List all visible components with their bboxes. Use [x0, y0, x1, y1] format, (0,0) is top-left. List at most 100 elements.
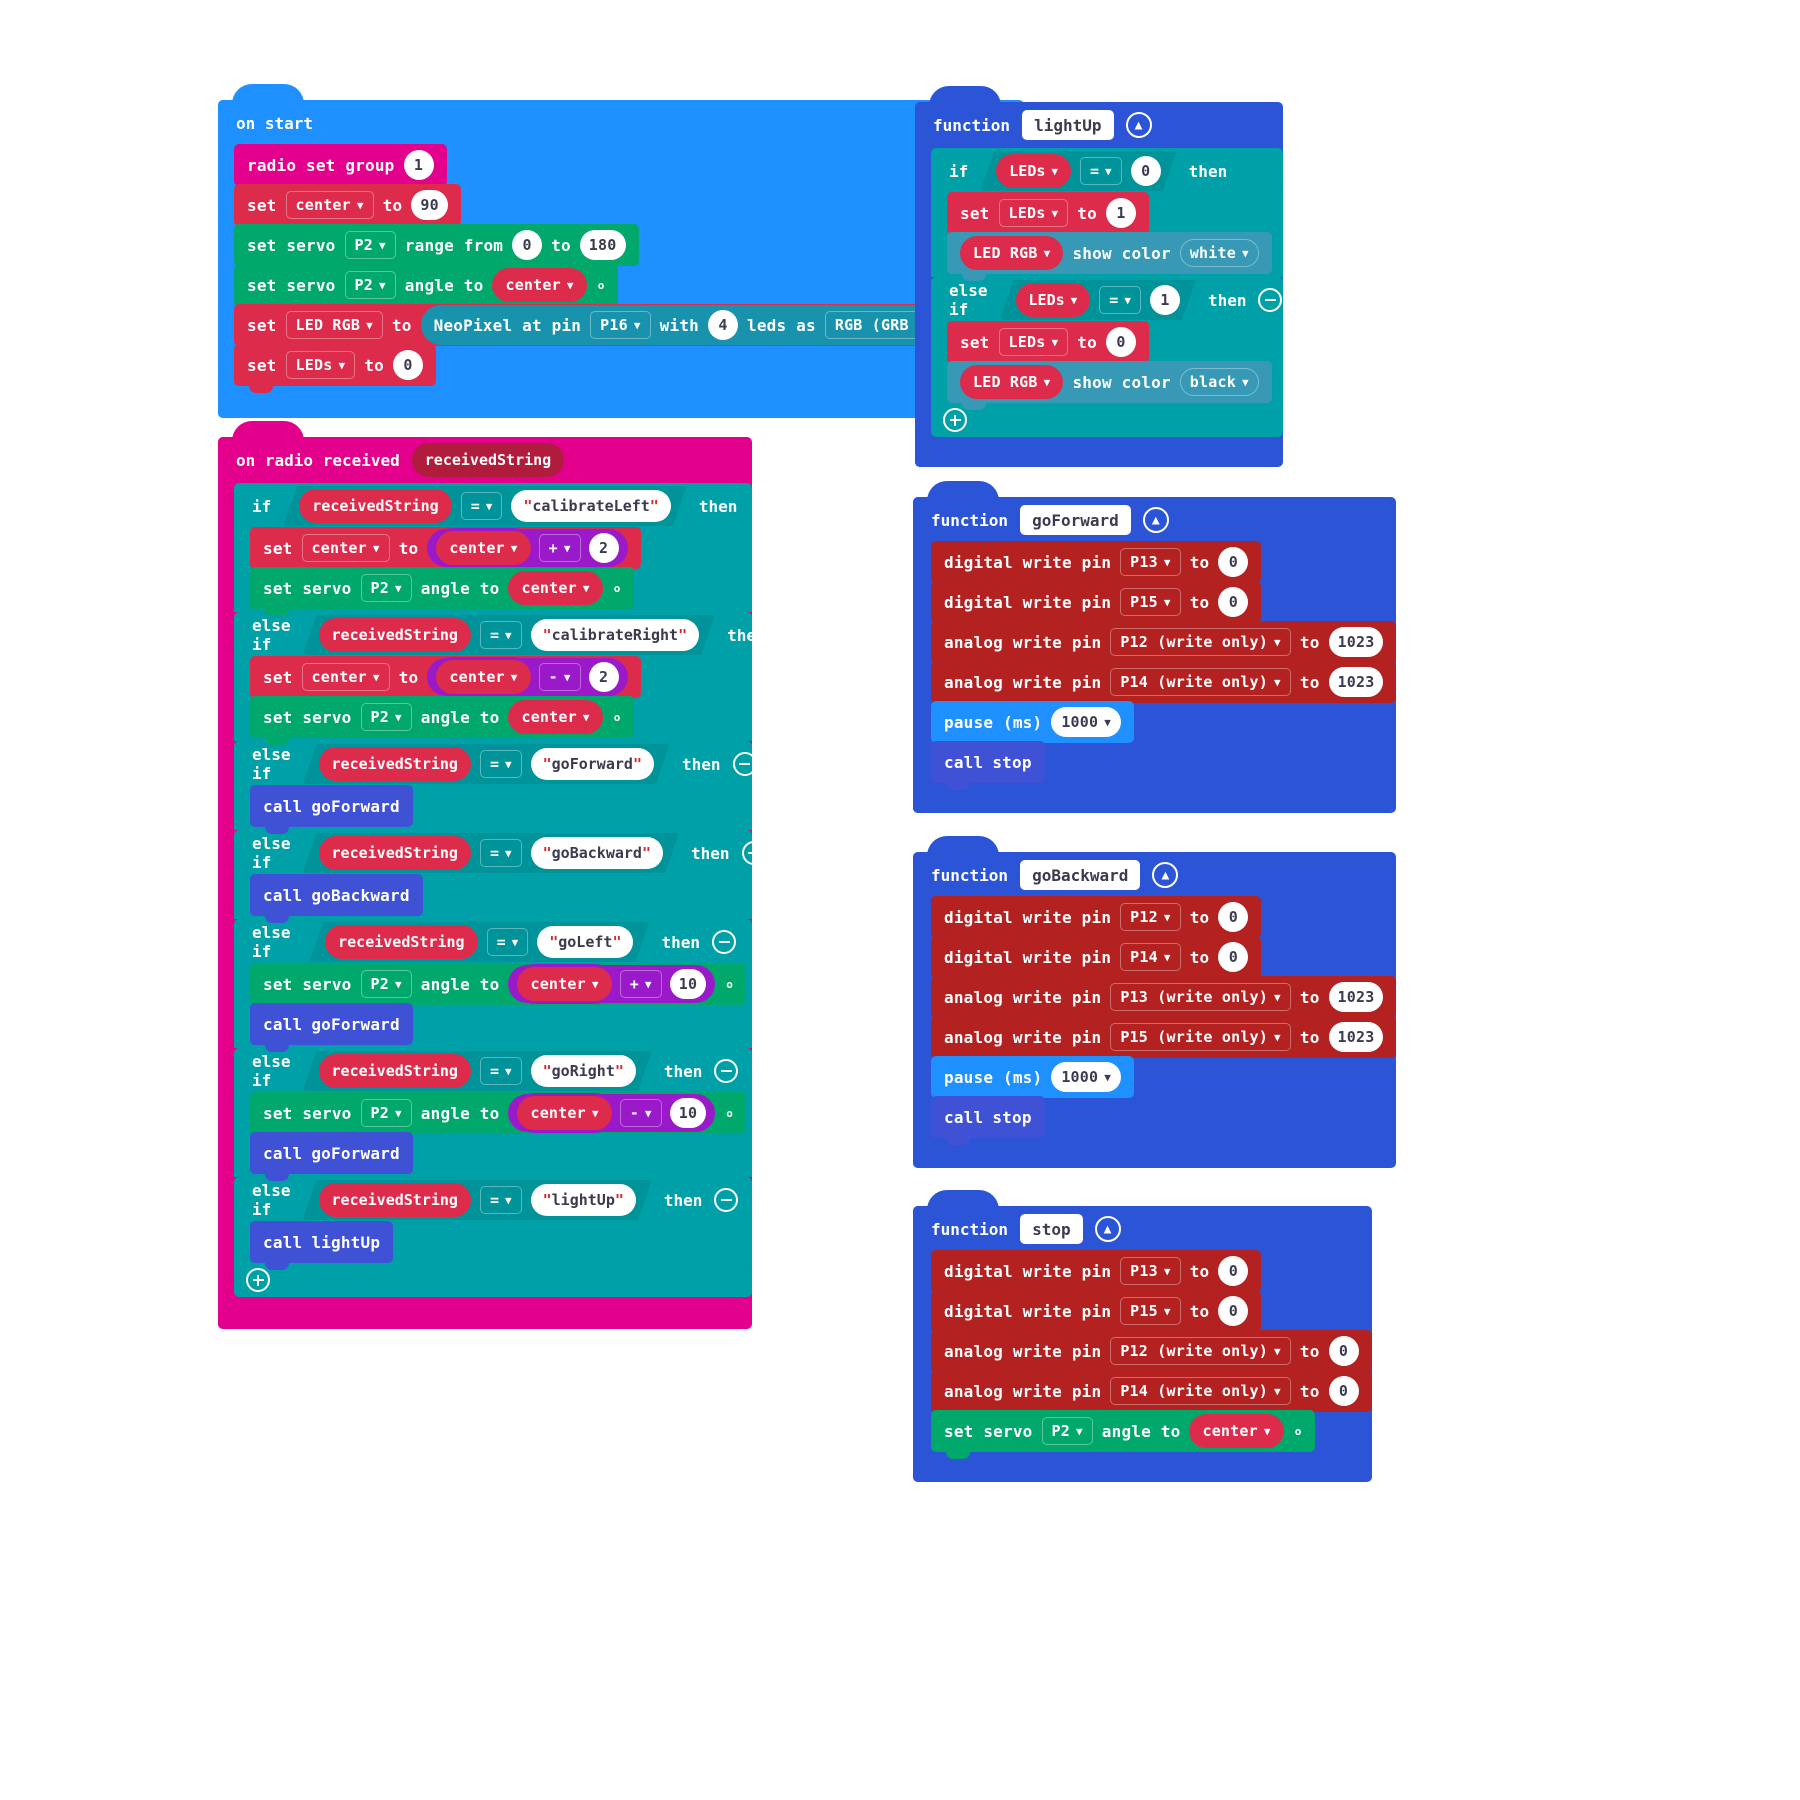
set-servo-angle-minus-block[interactable]: set servo P2 ▼ angle to center ▼ - ▼ 10 o: [250, 1092, 747, 1141]
else-if-branch-header[interactable]: else if receivedString = ▼ " goBackward " t…: [234, 830, 766, 876]
digital-write-pin-block[interactable]: digital write pin P15 ▼ to 0: [931, 1290, 1262, 1339]
math-subtract-reporter[interactable]: center ▼ - ▼ 2: [427, 658, 628, 696]
variable-dropdown-center[interactable]: center ▼: [285, 191, 374, 219]
pin-value[interactable]: 0: [1218, 1256, 1249, 1286]
if-branch-header[interactable]: if receivedString = ▼ " calibrateLeft " the…: [234, 483, 752, 529]
operator-dropdown[interactable]: = ▼: [461, 492, 503, 520]
remove-branch-icon[interactable]: [1258, 288, 1283, 312]
analog-write-pin-block[interactable]: analog write pin P12 (write only) ▼ to 10…: [931, 621, 1397, 670]
set-servo-angle-block[interactable]: set servo P2 ▼ angle to center ▼ o: [250, 696, 634, 745]
remove-branch-icon[interactable]: [777, 623, 802, 647]
else-if-branch-header[interactable]: else if receivedString = ▼ " goRight " then: [234, 1048, 752, 1094]
set-leds-block[interactable]: set LEDs ▼ to 0: [234, 344, 436, 393]
remove-branch-icon[interactable]: [741, 841, 766, 865]
comparison-expression[interactable]: LEDs ▼ = ▼ 1: [1000, 280, 1196, 320]
script-function-gobackward[interactable]: function goBackward ▲ digital write pin …: [913, 836, 1397, 1168]
servo-pin-dropdown[interactable]: P2 ▼: [360, 970, 412, 998]
math-add-reporter[interactable]: center ▼ + ▼ 2: [427, 529, 628, 567]
pin-dropdown[interactable]: P14 (write only) ▼: [1110, 668, 1291, 696]
servo-pin-dropdown[interactable]: P2 ▼: [360, 1099, 412, 1127]
variable-dropdown-center[interactable]: center ▼: [301, 663, 390, 691]
analog-write-pin-block[interactable]: analog write pin P12 (write only) ▼ to 0: [931, 1330, 1372, 1379]
set-center-plus-block[interactable]: set center ▼ to center ▼ + ▼ 2: [250, 527, 641, 576]
call-goforward-block[interactable]: call goForward: [250, 1132, 413, 1181]
digital-write-pin-block[interactable]: digital write pin P12 ▼ to 0: [931, 896, 1262, 945]
received-string-reporter[interactable]: receivedString: [325, 925, 477, 959]
pin-dropdown[interactable]: P14 (write only) ▼: [1110, 1377, 1291, 1405]
received-string-param[interactable]: receivedString: [411, 443, 565, 477]
comparison-expression[interactable]: receivedString = ▼ " calibrateRight ": [303, 615, 716, 655]
math-operand[interactable]: 10: [669, 969, 707, 999]
function-lightup-hat[interactable]: function lightUp ▲: [915, 86, 1170, 148]
variable-reporter-center[interactable]: center ▼: [492, 268, 587, 302]
script-function-goforward[interactable]: function goForward ▲ digital write pin P…: [913, 481, 1397, 813]
leds-value[interactable]: 0: [392, 350, 423, 380]
call-stop-block[interactable]: call stop: [931, 741, 1045, 790]
pin-dropdown[interactable]: P12 ▼: [1120, 903, 1181, 931]
operator-dropdown[interactable]: = ▼: [480, 839, 522, 867]
received-string-reporter[interactable]: receivedString: [319, 836, 471, 870]
else-if-branch-header[interactable]: else if receivedString = ▼ " lightUp " then: [234, 1177, 752, 1223]
call-lightup-block[interactable]: call lightUp: [250, 1221, 394, 1270]
call-gobackward-block[interactable]: call goBackward: [250, 874, 423, 923]
neopixel-show-color-block[interactable]: LED RGB ▼ show color black ▼: [947, 361, 1272, 410]
remove-branch-icon[interactable]: [712, 930, 736, 954]
pin-value[interactable]: 0: [1218, 547, 1249, 577]
function-name-field[interactable]: stop: [1020, 1214, 1083, 1244]
call-goforward-block[interactable]: call goForward: [250, 1003, 413, 1052]
chevron-up-icon[interactable]: ▲: [1094, 1216, 1121, 1242]
pin-value[interactable]: 0: [1218, 1296, 1249, 1326]
variable-dropdown-led-rgb[interactable]: LED RGB ▼: [285, 311, 383, 339]
neopixel-led-count[interactable]: 4: [708, 310, 738, 340]
radio-group-value[interactable]: 1: [403, 150, 434, 180]
function-name-field[interactable]: goBackward: [1020, 860, 1141, 890]
neopixel-show-color-block[interactable]: LED RGB ▼ show color white ▼: [947, 232, 1272, 281]
pause-block[interactable]: pause (ms) 1000 ▼: [931, 701, 1135, 750]
pin-value[interactable]: 1023: [1328, 982, 1384, 1012]
operator-dropdown[interactable]: = ▼: [487, 928, 529, 956]
variable-reporter-center[interactable]: center ▼: [517, 1096, 612, 1130]
set-servo-angle-block[interactable]: set servo P2 ▼ angle to center ▼ o: [931, 1410, 1315, 1459]
operator-dropdown[interactable]: = ▼: [480, 621, 522, 649]
operator-dropdown[interactable]: = ▼: [480, 1057, 522, 1085]
set-center-block[interactable]: set center ▼ to 90: [234, 184, 461, 233]
chevron-up-icon[interactable]: ▲: [1142, 507, 1169, 533]
servo-pin-dropdown[interactable]: P2 ▼: [360, 574, 412, 602]
math-operator-dropdown[interactable]: - ▼: [619, 1099, 662, 1127]
operator-dropdown[interactable]: = ▼: [1080, 157, 1122, 185]
pin-value[interactable]: 0: [1328, 1376, 1359, 1406]
operator-dropdown[interactable]: = ▼: [480, 1186, 522, 1214]
variable-reporter-led-rgb[interactable]: LED RGB ▼: [960, 365, 1064, 399]
else-if-branch-body[interactable]: set LEDs ▼ to 0 LED RGB ▼ show color black…: [931, 320, 1283, 410]
operator-dropdown[interactable]: = ▼: [480, 750, 522, 778]
variable-reporter-center[interactable]: center ▼: [1189, 1414, 1284, 1448]
chevron-up-icon[interactable]: ▲: [1152, 862, 1179, 888]
script-function-stop[interactable]: function stop ▲ digital write pin P13 ▼ t…: [913, 1190, 1372, 1482]
pin-value[interactable]: 0: [1218, 942, 1249, 972]
pin-dropdown[interactable]: P15 ▼: [1120, 1297, 1181, 1325]
comparison-expression[interactable]: LEDs ▼ = ▼ 0: [980, 151, 1176, 191]
pin-value[interactable]: 1023: [1328, 627, 1384, 657]
analog-write-pin-block[interactable]: analog write pin P15 (write only) ▼ to 10…: [931, 1016, 1397, 1065]
radio-set-group-block[interactable]: radio set group 1: [234, 144, 447, 193]
else-if-branch-body[interactable]: call lightUp: [234, 1220, 752, 1270]
range-from-value[interactable]: 0: [512, 230, 543, 260]
variable-dropdown-center[interactable]: center ▼: [301, 534, 390, 562]
pin-dropdown[interactable]: P13 ▼: [1120, 548, 1181, 576]
digital-write-pin-block[interactable]: digital write pin P13 ▼ to 0: [931, 1250, 1262, 1299]
received-string-reporter[interactable]: receivedString: [319, 1054, 471, 1088]
comparison-expression[interactable]: receivedString = ▼ " goForward ": [303, 744, 670, 784]
leds-value[interactable]: 1: [1105, 198, 1136, 228]
variable-dropdown-leds[interactable]: LEDs ▼: [285, 351, 356, 379]
variable-reporter-center[interactable]: center ▼: [508, 700, 603, 734]
else-if-branch-body[interactable]: set servo P2 ▼ angle to center ▼ + ▼ 10 o c: [234, 962, 752, 1052]
function-name-field[interactable]: lightUp: [1022, 110, 1114, 140]
function-goforward-hat[interactable]: function goForward ▲: [913, 481, 1187, 543]
color-dropdown[interactable]: white ▼: [1179, 239, 1259, 267]
pin-dropdown[interactable]: P13 (write only) ▼: [1110, 983, 1291, 1011]
else-if-branch-body[interactable]: set center ▼ to center ▼ - ▼ 2 set servo P2: [234, 655, 752, 745]
else-if-branch-header[interactable]: else if receivedString = ▼ " goLeft " then: [234, 919, 752, 965]
comparison-expression[interactable]: receivedString = ▼ " goRight ": [303, 1051, 652, 1091]
if-branch-body[interactable]: set LEDs ▼ to 1 LED RGB ▼ show color white…: [931, 191, 1283, 281]
if-branch-header[interactable]: if LEDs ▼ = ▼ 0 then: [931, 148, 1283, 194]
